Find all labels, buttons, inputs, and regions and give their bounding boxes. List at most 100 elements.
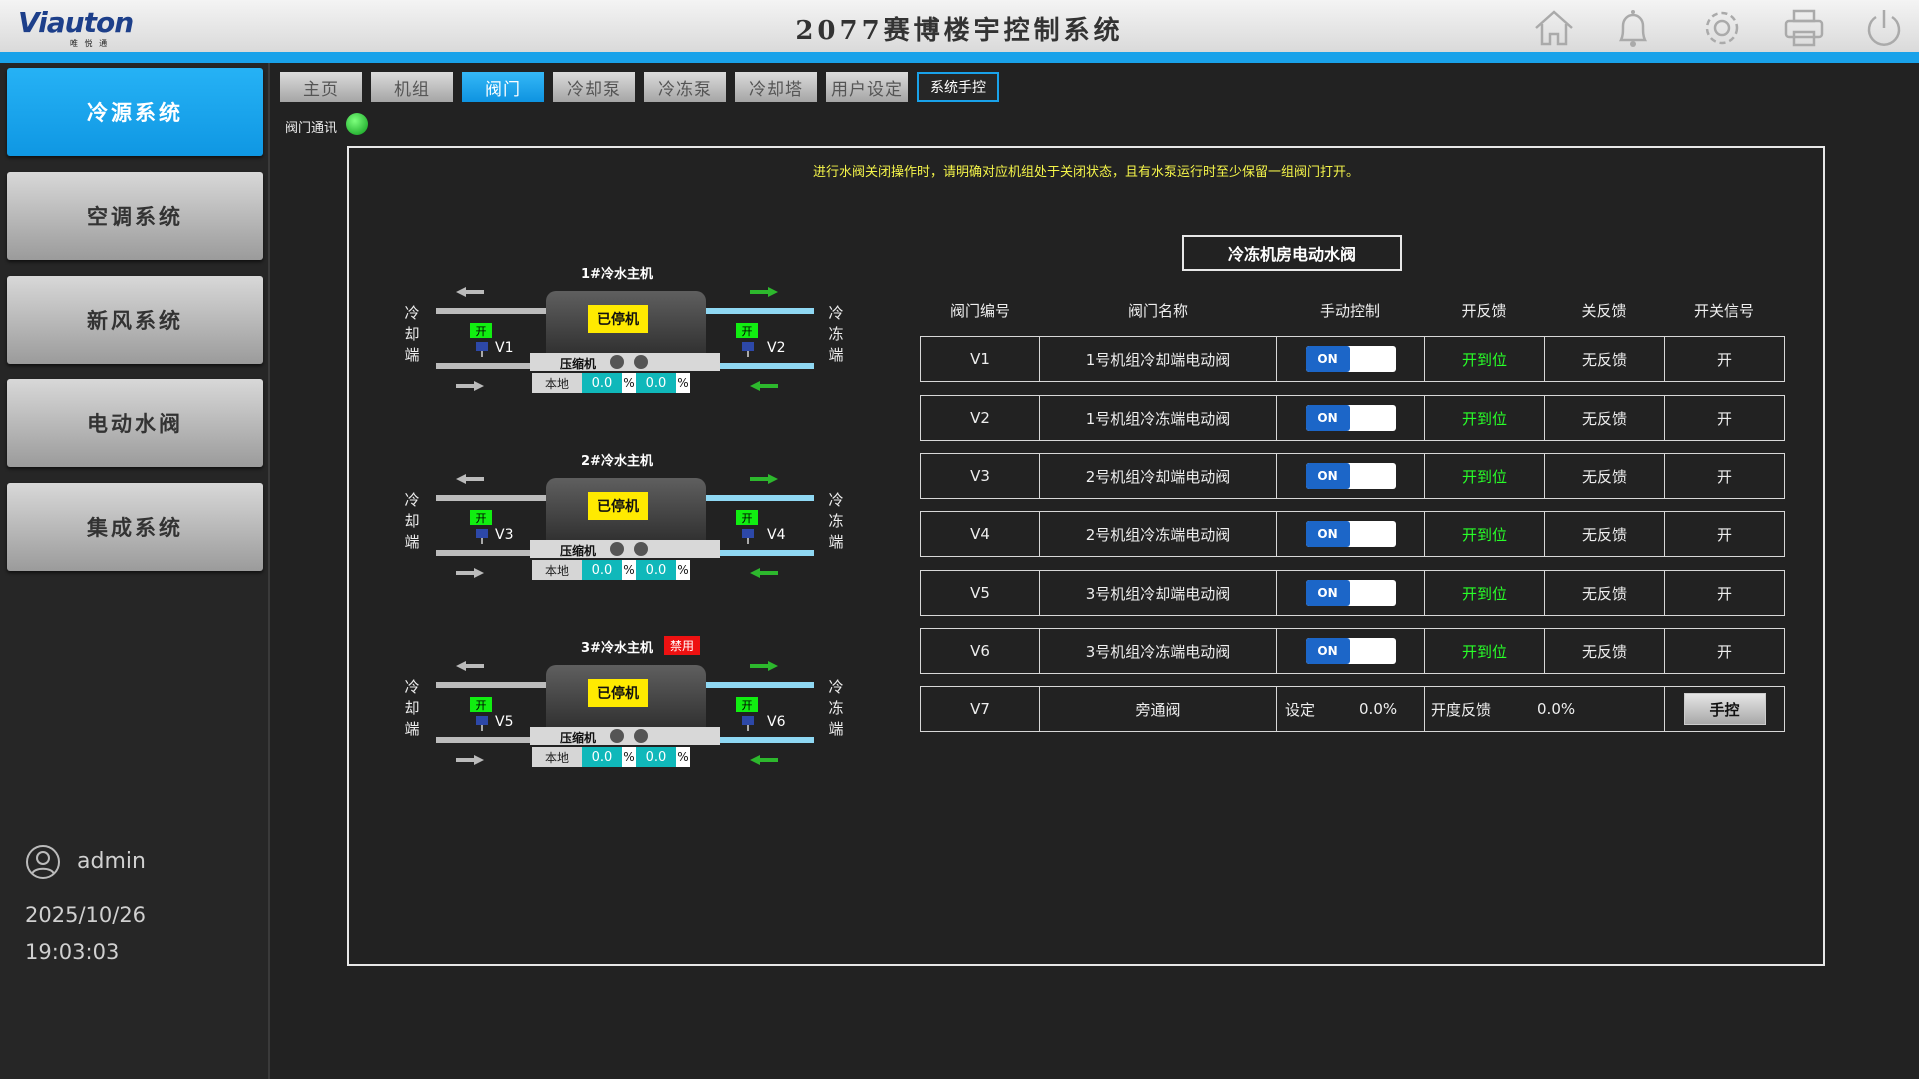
- percent-unit: %: [622, 560, 636, 580]
- open-feedback: 开到位: [1425, 512, 1545, 556]
- col-header-valve-id: 阀门编号: [949, 302, 1010, 320]
- sidebar-item-electric-valve[interactable]: 电动水阀: [7, 379, 263, 467]
- chilled-supply-pipe: [702, 682, 814, 688]
- valve-label: V3: [495, 527, 514, 543]
- manual-control-cell: ON: [1277, 396, 1425, 440]
- setpoint-cell: 设定 0.0%: [1277, 687, 1425, 731]
- compressor-label: 压缩机: [560, 731, 597, 745]
- sidebar-item-integration[interactable]: 集成系统: [7, 483, 263, 571]
- switch-signal: 开: [1716, 467, 1732, 486]
- gauge-icon: [634, 729, 648, 743]
- tab-chilled-pump[interactable]: 冷冻泵: [644, 72, 726, 102]
- table-row: V6 3号机组冷冻端电动阀 ON 开到位 无反馈 开: [920, 628, 1785, 674]
- manual-control-cell: ON: [1277, 454, 1425, 498]
- tab-home[interactable]: 主页: [280, 72, 362, 102]
- gauge-icon: [634, 542, 648, 556]
- manual-toggle[interactable]: ON: [1305, 463, 1396, 489]
- valve-table-title: 冷冻机房电动水阀: [1182, 235, 1402, 271]
- local-mode-label: 本地: [532, 373, 582, 393]
- printer-icon[interactable]: [1782, 6, 1826, 50]
- load-value-1: 0.0: [582, 373, 622, 393]
- chiller-1-diagram: 1#冷水主机 冷却端 冷冻端 已停机 开 开 V1 V2 压缩机 本地 0.0 …: [400, 263, 865, 443]
- bell-icon[interactable]: [1611, 6, 1655, 50]
- current-time: 19:03:03: [25, 940, 120, 964]
- toggle-on-label: ON: [1305, 580, 1350, 606]
- warning-message: 进行水阀关闭操作时，请明确对应机组处于关闭状态，且有水泵运行时至少保留一组阀门打…: [812, 165, 1359, 180]
- gauge-icon: [610, 355, 624, 369]
- cooling-side-label: 冷却端: [404, 491, 420, 551]
- valve-open-tag: 开: [470, 323, 492, 338]
- tab-cooling-pump[interactable]: 冷却泵: [553, 72, 635, 102]
- home-icon[interactable]: [1532, 6, 1576, 50]
- compressor-base: [530, 727, 720, 745]
- cooling-side-label: 冷却端: [404, 304, 420, 364]
- manual-toggle[interactable]: ON: [1305, 638, 1396, 664]
- valve-open-tag: 开: [470, 510, 492, 525]
- flow-arrow-left-icon: [456, 661, 484, 671]
- open-feedback: 开到位: [1425, 396, 1545, 440]
- opening-feedback-label: 开度反馈: [1431, 700, 1492, 719]
- close-feedback: 无反馈: [1545, 512, 1665, 556]
- manual-control-button[interactable]: 手控: [1683, 693, 1766, 725]
- manual-toggle[interactable]: ON: [1305, 580, 1396, 606]
- valve-label: V6: [767, 714, 786, 730]
- manual-toggle[interactable]: ON: [1305, 346, 1396, 372]
- valve-open-tag: 开: [736, 323, 758, 338]
- flow-arrow-left-icon: [456, 287, 484, 297]
- valve-open-tag: 开: [470, 697, 492, 712]
- valve-name: 1号机组冷冻端电动阀: [1040, 396, 1277, 440]
- open-feedback: 开到位: [1425, 337, 1545, 381]
- percent-unit: %: [622, 373, 636, 393]
- close-feedback: 无反馈: [1545, 571, 1665, 615]
- tab-cooling-tower[interactable]: 冷却塔: [735, 72, 817, 102]
- valve-name: 3号机组冷却端电动阀: [1040, 571, 1277, 615]
- toggle-on-label: ON: [1305, 521, 1350, 547]
- valve-name: 1号机组冷却端电动阀: [1040, 337, 1277, 381]
- switch-signal: 开: [1716, 584, 1732, 603]
- valve-comm-label: 阀门通讯: [285, 121, 338, 136]
- toggle-on-label: ON: [1305, 463, 1350, 489]
- valve-id: V4: [921, 512, 1040, 556]
- col-header-open-feedback: 开反馈: [1461, 302, 1507, 320]
- compressor-label: 压缩机: [560, 357, 597, 371]
- valve-open-tag: 开: [736, 510, 758, 525]
- valve-name: 旁通阀: [1040, 687, 1277, 731]
- sidebar-item-fresh-air[interactable]: 新风系统: [7, 276, 263, 364]
- tab-valves[interactable]: 阀门: [462, 72, 544, 102]
- flow-arrow-right-icon: [750, 661, 778, 671]
- col-header-close-feedback: 关反馈: [1581, 302, 1627, 320]
- gear-icon[interactable]: [1700, 6, 1744, 50]
- valve-id: V7: [921, 687, 1040, 731]
- valve-id: V2: [921, 396, 1040, 440]
- col-header-valve-name: 阀门名称: [1127, 302, 1188, 320]
- switch-signal: 开: [1716, 409, 1732, 428]
- chilled-supply-pipe: [702, 308, 814, 314]
- manual-control-cell: ON: [1277, 629, 1425, 673]
- flow-arrow-left-icon: [750, 381, 778, 391]
- sidebar-item-air-conditioning[interactable]: 空调系统: [7, 172, 263, 260]
- tab-system-manual[interactable]: 系统手控: [917, 72, 999, 102]
- opening-feedback-cell: 开度反馈 0.0%: [1425, 687, 1665, 731]
- manual-toggle[interactable]: ON: [1305, 521, 1396, 547]
- tab-units[interactable]: 机组: [371, 72, 453, 102]
- tab-user-settings[interactable]: 用户设定: [826, 72, 908, 102]
- compressor-base: [530, 353, 720, 371]
- cooling-supply-pipe: [436, 682, 546, 688]
- table-row-bypass: V7 旁通阀 设定 0.0% 开度反馈 0.0% 手控: [920, 686, 1785, 732]
- valve-label: V2: [767, 340, 786, 356]
- header-accent-bar: [0, 52, 1919, 63]
- sidebar-item-cold-source[interactable]: 冷源系统: [7, 68, 263, 156]
- close-feedback: 无反馈: [1545, 454, 1665, 498]
- chiller-3-diagram: 3#冷水主机 禁用 冷却端 冷冻端 已停机 开 开 V5 V6 压缩机 本地 0…: [400, 636, 865, 817]
- user-avatar-icon: [26, 845, 60, 879]
- load-value-2: 0.0: [636, 373, 676, 393]
- user-name: admin: [77, 849, 146, 874]
- opening-feedback-value: 0.0%: [1537, 700, 1576, 718]
- power-icon[interactable]: [1862, 6, 1906, 50]
- flow-arrow-right-icon: [456, 568, 484, 578]
- chilled-side-label: 冷冻端: [828, 678, 844, 738]
- open-feedback: 开到位: [1425, 629, 1545, 673]
- table-row: V5 3号机组冷却端电动阀 ON 开到位 无反馈 开: [920, 570, 1785, 616]
- manual-toggle[interactable]: ON: [1305, 405, 1396, 431]
- manual-button-cell: 手控: [1665, 687, 1784, 731]
